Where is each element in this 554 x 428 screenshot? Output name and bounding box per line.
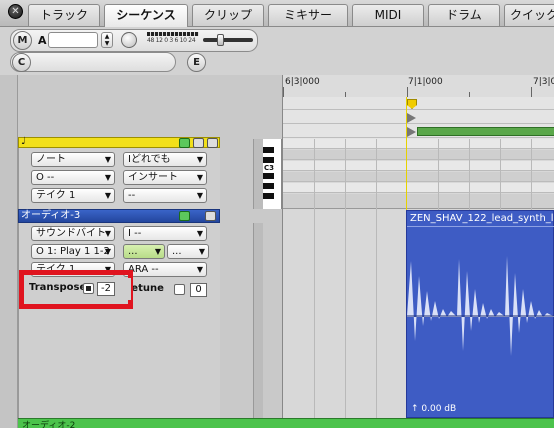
close-icon[interactable]: ✕ [8, 4, 23, 19]
ruler-mark: 7|3|000 [533, 77, 554, 87]
tab-sequence[interactable]: シーケンス [104, 4, 188, 27]
record-button[interactable] [193, 138, 204, 148]
marker-lanes [282, 97, 554, 139]
input-value: ノート [36, 154, 66, 165]
transpose-checkbox[interactable] [83, 283, 94, 294]
a-label: A [38, 34, 47, 47]
clip-title: ZEN_SHAV_122_lead_synth_loop [410, 213, 554, 224]
tab-bar: ✕ トラック シーケンス クリップ ミキサー MIDI ドラム クイック [0, 0, 554, 27]
insert-dropdown[interactable]: インサート ▼ [123, 170, 207, 185]
audio-clip[interactable]: ZEN_SHAV_122_lead_synth_loop ↑ 0.00 dB [406, 210, 554, 418]
tab-mixer[interactable]: ミキサー [268, 4, 348, 26]
clip-gain: ↑ 0.00 dB [411, 404, 457, 414]
detune-checkbox[interactable] [174, 284, 185, 295]
ara-value: -- [128, 190, 136, 201]
solo-button[interactable] [207, 138, 218, 148]
audio-track-body: サウンドバイト ▼ I -- ▼ O 1: Play 1 1-2 ▼ ... ▼ ...… [18, 223, 220, 418]
e-button[interactable]: E [187, 53, 206, 72]
audio-fx-value: ... [128, 246, 138, 257]
a-field[interactable] [48, 32, 98, 48]
next-track-header[interactable]: オーディオ-2 [18, 418, 554, 428]
detune-field[interactable]: 0 [190, 283, 207, 297]
input-dropdown[interactable]: ノート ▼ [31, 152, 115, 167]
fader-thumb[interactable] [217, 34, 224, 46]
audio-output-dropdown[interactable]: O 1: Play 1 1-2 ▼ [31, 244, 115, 259]
audio-track-header[interactable]: オーディオ-3 [18, 209, 220, 223]
punch-start-icon[interactable] [407, 127, 416, 137]
ara-dropdown[interactable]: -- ▼ [123, 188, 207, 203]
audio-source-value: サウンドバイト [36, 228, 106, 239]
m-button[interactable]: M [13, 31, 32, 50]
instrument-track-header[interactable]: ♩ [18, 136, 220, 148]
audio-source-dropdown[interactable]: サウンドバイト ▼ [31, 226, 115, 241]
instrument-scroller[interactable] [253, 139, 263, 209]
audio-ara-dropdown[interactable]: ARA -- ▼ [123, 262, 207, 277]
loop-lane [283, 111, 554, 124]
take-dropdown[interactable]: テイク 1 ▼ [31, 188, 115, 203]
output-dropdown[interactable]: O -- ▼ [31, 170, 115, 185]
tab-tracks[interactable]: トラック [28, 4, 100, 26]
pan-knob-icon[interactable] [121, 32, 137, 48]
volume-fader[interactable] [203, 34, 253, 46]
transpose-label: Transpose [29, 282, 87, 293]
timeline-ruler[interactable]: 6|3|000 7|1|000 7|3|000 [282, 75, 554, 97]
track-control-bar: M A ▲ ▼ 48 12 0 3 6 10 24 C E [0, 27, 554, 75]
take-value: テイク 1 [36, 190, 76, 201]
loop-start-icon[interactable] [407, 113, 416, 123]
output-value: O -- [36, 172, 55, 183]
audio-output-value: O 1: Play 1 1-2 [36, 246, 110, 257]
piano-keys: C3 [262, 139, 282, 209]
a-stepper[interactable]: ▲ ▼ [101, 32, 113, 48]
audio-input-value: I -- [128, 228, 142, 239]
audio-track-name: オーディオ-3 [21, 210, 81, 221]
ruler-mark: 6|3|000 [285, 77, 320, 87]
tab-midi[interactable]: MIDI [352, 4, 424, 26]
audio-menu-button[interactable] [205, 211, 216, 221]
note-icon: ♩ [21, 136, 26, 147]
audio-fx2-dropdown[interactable]: ... ▼ [167, 244, 209, 259]
piano-c3-label: C3 [264, 164, 275, 172]
ruler-mark: 7|1|000 [408, 77, 443, 87]
audio-fx-dropdown[interactable]: ... ▼ [123, 244, 165, 259]
tab-clip[interactable]: クリップ [192, 4, 264, 26]
left-margin [0, 75, 18, 428]
audio-input-dropdown[interactable]: I -- ▼ [123, 226, 207, 241]
next-track-name: オーディオ-2 [22, 421, 76, 428]
audio-fx2-value: ... [172, 246, 182, 257]
insert-value: インサート [128, 172, 178, 183]
control-strip-bottom [10, 52, 176, 72]
transpose-field[interactable]: -2 [97, 282, 115, 296]
tab-quick[interactable]: クイック [504, 4, 554, 26]
waveform [407, 256, 554, 356]
playhead-line [406, 97, 407, 210]
audio-scroller[interactable] [253, 223, 263, 418]
channel-value: Iどれでも [128, 154, 171, 165]
channel-dropdown[interactable]: Iどれでも ▼ [123, 152, 207, 167]
meter-scale: 48 12 0 3 6 10 24 [147, 37, 196, 44]
transpose-control: Transpose -2 [27, 278, 131, 300]
tab-drum[interactable]: ドラム [428, 4, 500, 26]
punch-region[interactable] [417, 127, 554, 136]
marker-lane [283, 97, 554, 110]
level-meter: 48 12 0 3 6 10 24 [147, 32, 199, 48]
play-button[interactable] [179, 138, 190, 148]
instrument-track-body: ノート ▼ Iどれでも ▼ O -- ▼ インサート ▼ テイク 1 ▼ -- ▼ [18, 148, 220, 209]
c-button[interactable]: C [12, 53, 31, 72]
audio-play-button[interactable] [179, 211, 190, 221]
